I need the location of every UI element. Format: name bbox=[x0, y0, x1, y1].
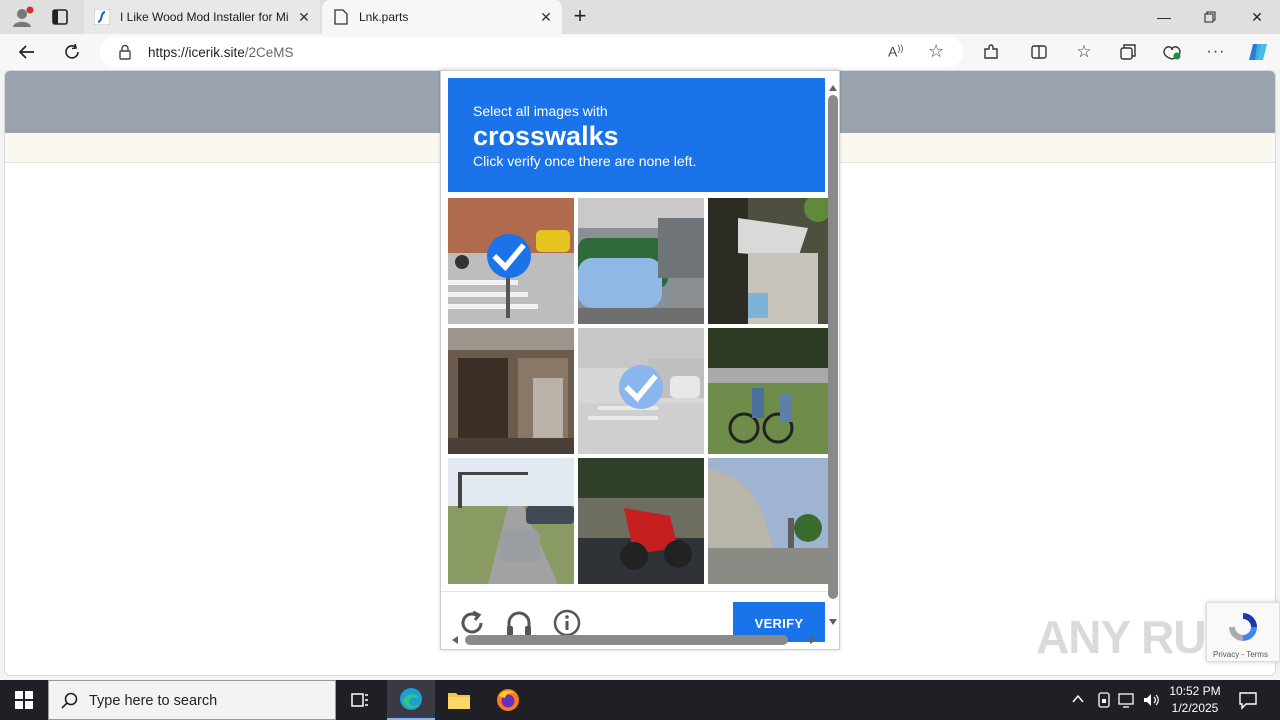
new-tab-button[interactable]: + bbox=[568, 5, 592, 29]
captcha-tile[interactable] bbox=[578, 328, 704, 454]
tab-title: I Like Wood Mod Installer for Mi bbox=[120, 10, 289, 24]
copilot-icon[interactable] bbox=[1243, 38, 1273, 66]
clock-time: 10:52 PM bbox=[1169, 684, 1221, 698]
close-tab-icon[interactable]: ✕ bbox=[538, 9, 554, 25]
prompt-instruction: Click verify once there are none left. bbox=[473, 153, 697, 169]
tab-lnk-parts[interactable]: Lnk.parts ✕ bbox=[322, 0, 562, 34]
refresh-icon[interactable] bbox=[57, 38, 87, 66]
recaptcha-links[interactable]: Privacy - Terms bbox=[1213, 650, 1268, 659]
search-icon bbox=[61, 692, 79, 715]
close-window-icon[interactable]: ✕ bbox=[1234, 0, 1280, 34]
notifications-icon[interactable] bbox=[1238, 690, 1258, 715]
device-icon[interactable] bbox=[1096, 691, 1112, 714]
prompt-line: Select all images with bbox=[473, 103, 608, 119]
tab-wood-mod[interactable]: I Like Wood Mod Installer for Mi ✕ bbox=[84, 0, 320, 34]
captcha-tile[interactable] bbox=[578, 198, 704, 324]
address-bar[interactable]: https://icerik.site/2CeMS A)) ☆ bbox=[100, 37, 963, 67]
captcha-tile[interactable] bbox=[448, 458, 574, 584]
captcha-tile[interactable] bbox=[708, 328, 834, 454]
read-aloud-icon[interactable]: A)) bbox=[888, 43, 903, 60]
volume-icon[interactable] bbox=[1142, 691, 1160, 714]
tab-title: Lnk.parts bbox=[359, 10, 409, 24]
navigation-bar: https://icerik.site/2CeMS A)) ☆ ☆ ··· bbox=[0, 34, 1280, 70]
captcha-tile[interactable] bbox=[448, 328, 574, 454]
clock-date: 1/2/2025 bbox=[1171, 701, 1219, 715]
favorite-star-icon[interactable]: ☆ bbox=[928, 41, 944, 62]
captcha-prompt: Select all images with crosswalks Click … bbox=[448, 78, 825, 192]
windows-start-icon[interactable] bbox=[0, 680, 48, 720]
recaptcha-logo-icon bbox=[1225, 609, 1261, 645]
extensions-icon[interactable] bbox=[976, 38, 1006, 66]
minimize-icon[interactable]: — bbox=[1141, 0, 1187, 34]
captcha-tile[interactable] bbox=[578, 458, 704, 584]
url-text: https://icerik.site/2CeMS bbox=[148, 45, 294, 60]
favorites-icon[interactable]: ☆ bbox=[1069, 38, 1099, 66]
file-explorer-icon[interactable] bbox=[435, 680, 483, 720]
captcha-tile[interactable] bbox=[708, 198, 834, 324]
show-hidden-icons[interactable] bbox=[1070, 691, 1086, 710]
captcha-tile[interactable] bbox=[448, 198, 574, 324]
split-screen-icon[interactable] bbox=[1024, 38, 1054, 66]
system-clock[interactable]: 10:52 PM 1/2/2025 bbox=[1160, 683, 1230, 717]
edge-taskbar-icon[interactable] bbox=[387, 680, 435, 720]
tab-actions-icon[interactable] bbox=[50, 7, 70, 27]
restore-icon[interactable] bbox=[1187, 0, 1233, 34]
captcha-tile[interactable] bbox=[708, 458, 834, 584]
selected-check-icon bbox=[619, 365, 663, 409]
tab-bar: I Like Wood Mod Installer for Mi ✕ Lnk.p… bbox=[0, 0, 1280, 34]
back-icon[interactable] bbox=[12, 38, 42, 66]
browser-essentials-icon[interactable] bbox=[1157, 38, 1187, 66]
page-icon bbox=[334, 9, 348, 25]
site-favicon-icon bbox=[93, 8, 111, 26]
recaptcha-badge[interactable]: Privacy - Terms bbox=[1206, 602, 1280, 662]
more-menu-icon[interactable]: ··· bbox=[1201, 38, 1231, 66]
profile-icon[interactable] bbox=[10, 6, 34, 28]
selected-check-icon bbox=[487, 234, 531, 278]
url-path: /2CeMS bbox=[244, 45, 294, 60]
network-icon[interactable] bbox=[1118, 691, 1136, 714]
taskbar-search[interactable]: Type here to search bbox=[48, 680, 336, 720]
search-placeholder: Type here to search bbox=[89, 693, 218, 709]
horizontal-scrollbar[interactable] bbox=[449, 633, 825, 647]
captcha-dialog: Select all images with crosswalks Click … bbox=[440, 70, 840, 650]
lock-icon[interactable] bbox=[118, 44, 132, 60]
vertical-scrollbar[interactable] bbox=[827, 79, 839, 629]
collections-icon[interactable] bbox=[1113, 38, 1143, 66]
taskbar: Type here to search 10:52 PM 1/2/2025 bbox=[0, 680, 1280, 720]
prompt-target: crosswalks bbox=[473, 121, 619, 151]
firefox-icon[interactable] bbox=[484, 680, 532, 720]
close-tab-icon[interactable]: ✕ bbox=[296, 9, 312, 25]
url-host: https://icerik.site bbox=[148, 45, 245, 60]
task-view-icon[interactable] bbox=[336, 680, 384, 720]
